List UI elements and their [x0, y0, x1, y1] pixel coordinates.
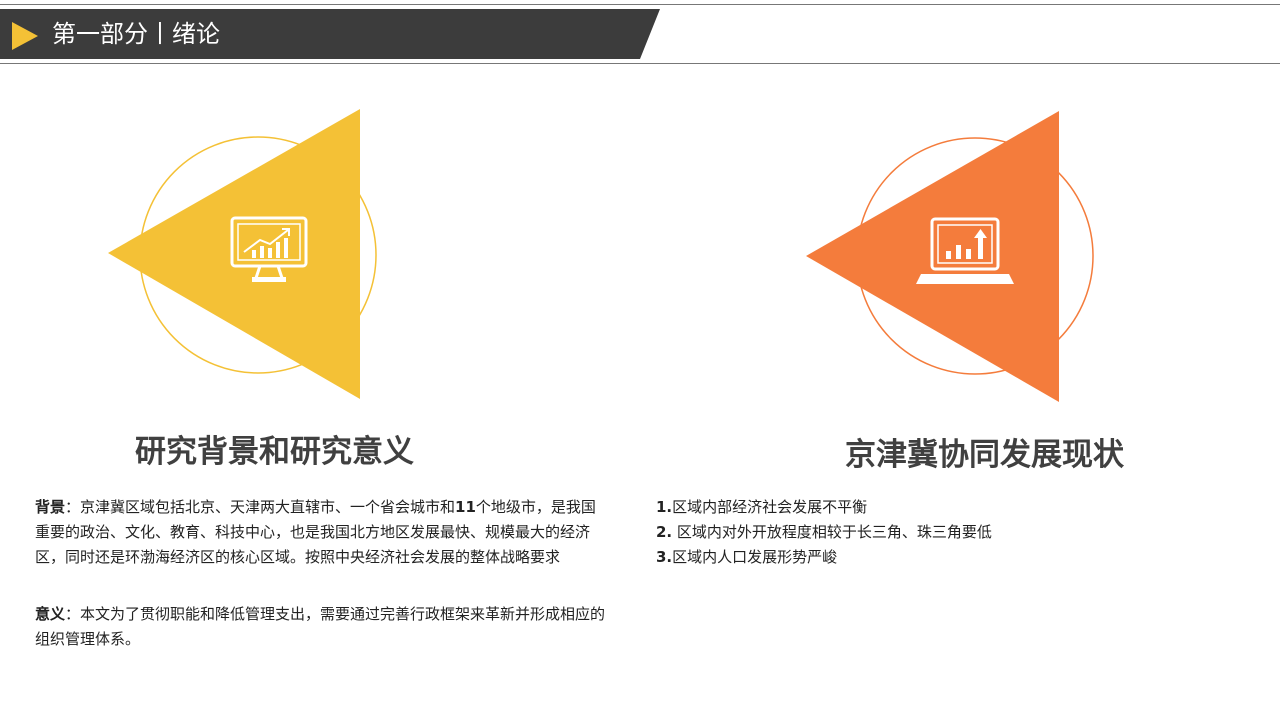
status-list: 1.区域内部经济社会发展不平衡 2. 区域内对外开放程度相较于长三角、珠三角要低…	[656, 495, 992, 570]
list-item: 3.区域内人口发展形势严峻	[656, 545, 992, 570]
play-arrow-icon	[12, 22, 38, 50]
list-item-text: 区域内部经济社会发展不平衡	[672, 498, 868, 516]
significance-text: ：本文为了贯彻职能和降低管理支出，需要通过完善行政框架来革新并形成相应的组织管理…	[35, 605, 606, 648]
list-item-text: 区域内人口发展形势严峻	[672, 548, 838, 566]
list-item: 1.区域内部经济社会发展不平衡	[656, 495, 992, 520]
significance-label: 意义	[35, 605, 66, 623]
research-background-emblem	[100, 100, 410, 410]
list-item: 2. 区域内对外开放程度相较于长三角、珠三角要低	[656, 520, 992, 545]
background-text-a: ：京津冀区域包括北京、天津两大直辖市、一个省会城市和	[65, 498, 456, 516]
page-title: 第一部分丨绪论	[52, 20, 220, 48]
section-heading-research: 研究背景和研究意义	[135, 434, 414, 470]
background-paragraph: 背景：京津冀区域包括北京、天津两大直辖市、一个省会城市和11个地级市，是我国重要…	[35, 495, 610, 570]
development-status-emblem	[800, 100, 1110, 410]
background-number: 11	[455, 498, 476, 516]
header-top-rule	[0, 4, 1280, 5]
list-item-number: 2.	[656, 523, 673, 541]
section-heading-status: 京津冀协同发展现状	[845, 437, 1124, 473]
list-item-number: 1.	[656, 498, 673, 516]
list-item-number: 3.	[656, 548, 673, 566]
significance-paragraph: 意义：本文为了贯彻职能和降低管理支出，需要通过完善行政框架来革新并形成相应的组织…	[35, 602, 610, 652]
emblem-triangle	[108, 109, 360, 399]
header-bottom-rule	[0, 63, 1280, 64]
background-label: 背景	[35, 498, 66, 516]
list-item-text: 区域内对外开放程度相较于长三角、珠三角要低	[672, 523, 992, 541]
